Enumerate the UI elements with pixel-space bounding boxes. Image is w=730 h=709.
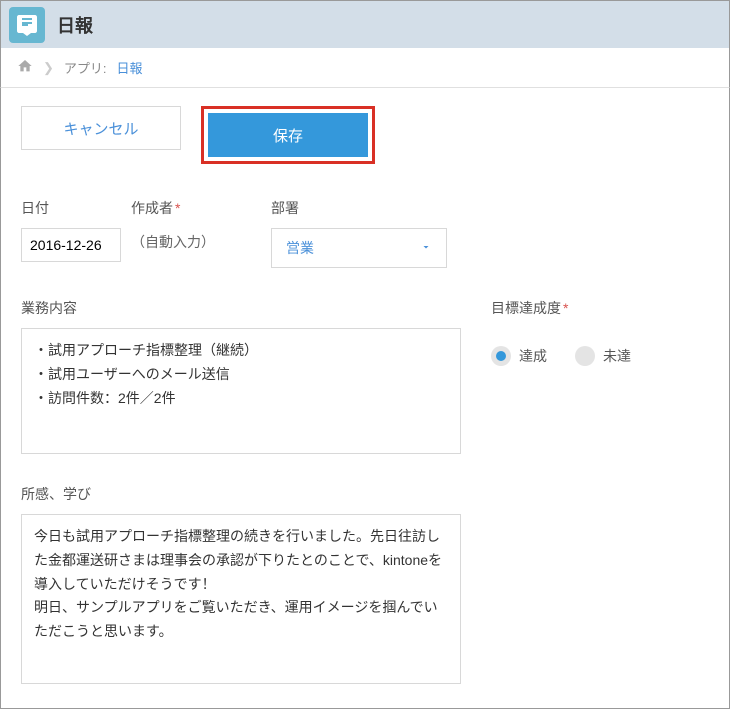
- date-input[interactable]: [21, 228, 121, 262]
- required-marker: *: [175, 200, 180, 216]
- radio-icon: [491, 346, 511, 366]
- shokan-label: 所感、学び: [21, 484, 709, 504]
- field-shokan: 所感、学び 今日も試用アプローチ指標整理の続きを行いました。先日往訪した金都運送…: [21, 484, 709, 684]
- app-icon: [9, 7, 45, 43]
- field-gyomu: 業務内容 ・試用アプローチ指標整理（継続） ・試用ユーザーへのメール送信 ・訪問…: [21, 298, 461, 454]
- app-header: 日報: [0, 0, 730, 48]
- goal-radio-undone[interactable]: 未達: [575, 346, 631, 366]
- action-buttons: キャンセル 保存: [0, 88, 730, 184]
- dept-selected: 営業: [286, 238, 314, 258]
- breadcrumb-app-link[interactable]: 日報: [117, 58, 143, 77]
- field-dept: 部署 営業: [271, 198, 451, 268]
- author-label: 作成者*: [131, 198, 271, 218]
- author-value: （自動入力）: [131, 228, 271, 252]
- shokan-textarea[interactable]: 今日も試用アプローチ指標整理の続きを行いました。先日往訪した金都運送研さまは理事…: [21, 514, 461, 684]
- field-goal: 目標達成度* 達成 未達: [491, 298, 631, 454]
- gyomu-label: 業務内容: [21, 298, 461, 318]
- breadcrumb-app-label: アプリ:: [64, 58, 107, 77]
- dept-select[interactable]: 営業: [271, 228, 447, 268]
- required-marker: *: [563, 300, 568, 316]
- gyomu-textarea[interactable]: ・試用アプローチ指標整理（継続） ・試用ユーザーへのメール送信 ・訪問件数：2件…: [21, 328, 461, 454]
- chevron-down-icon: [420, 240, 432, 256]
- breadcrumb: ❯ アプリ: 日報: [0, 48, 730, 88]
- radio-label-undone: 未達: [603, 346, 631, 366]
- goal-label: 目標達成度*: [491, 298, 631, 318]
- date-label: 日付: [21, 198, 131, 218]
- save-highlight: 保存: [201, 106, 375, 164]
- dept-label: 部署: [271, 198, 451, 218]
- home-icon[interactable]: [17, 58, 33, 77]
- radio-icon: [575, 346, 595, 366]
- app-title: 日報: [57, 12, 93, 38]
- cancel-button[interactable]: キャンセル: [21, 106, 181, 150]
- save-button[interactable]: 保存: [208, 113, 368, 157]
- field-author: 作成者* （自動入力）: [131, 198, 271, 268]
- breadcrumb-separator-icon: ❯: [43, 60, 54, 76]
- field-date: 日付: [21, 198, 131, 268]
- form: 日付 作成者* （自動入力） 部署 営業 業務内容 ・試用アプローチ指標整理（継…: [0, 184, 730, 709]
- radio-label-done: 達成: [519, 346, 547, 366]
- goal-radio-done[interactable]: 達成: [491, 346, 547, 366]
